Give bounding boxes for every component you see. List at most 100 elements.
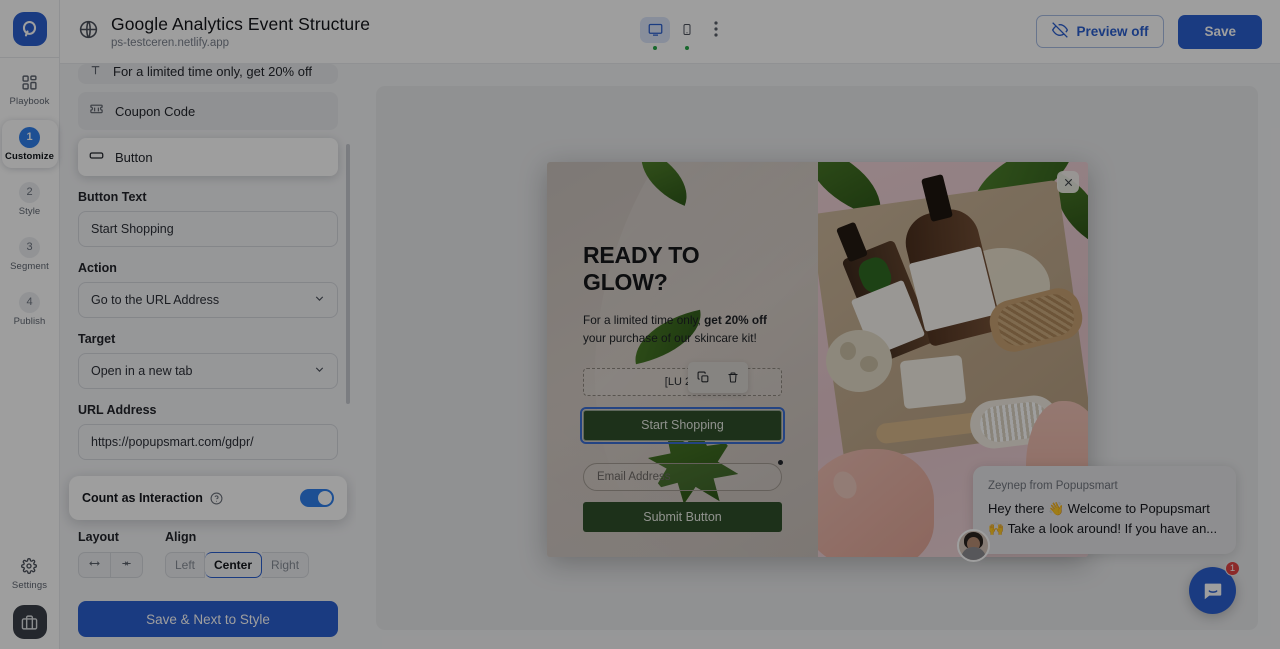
sidebar-item-label: Publish xyxy=(13,316,46,327)
grid-icon xyxy=(21,72,38,92)
chat-message-text: Hey there 👋 Welcome to Popupsmart 🙌 Take… xyxy=(988,500,1218,536)
align-right-button[interactable]: Right xyxy=(262,552,310,578)
target-select[interactable]: Open in a new tab xyxy=(78,353,338,389)
target-label: Target xyxy=(78,332,116,346)
popup-subtext: For a limited time only, get 20% off you… xyxy=(583,312,782,348)
soap-bar xyxy=(899,354,967,410)
eye-off-icon xyxy=(1052,22,1069,41)
sidebar-item-style[interactable]: 2 Style xyxy=(2,175,58,223)
subtext-before: For a limited time only, xyxy=(583,313,705,327)
popup-cta-button[interactable]: Start Shopping xyxy=(580,406,785,444)
loofah-slice xyxy=(826,330,892,392)
desktop-status-dot xyxy=(653,45,658,50)
settings-label: Settings xyxy=(11,580,48,591)
align-center-button[interactable]: Center xyxy=(205,552,263,578)
button-text-label: Button Text xyxy=(78,190,147,204)
layout-options xyxy=(78,552,143,578)
button-text-input[interactable]: Start Shopping xyxy=(78,211,338,247)
popupsmart-logo-icon[interactable] xyxy=(12,12,47,46)
panel-scroll-area: For a limited time only, get 20% off you… xyxy=(60,64,356,585)
ticket-icon xyxy=(89,102,104,120)
action-value: Go to the URL Address xyxy=(91,293,220,307)
popup-headline: READY TO GLOW? xyxy=(583,242,700,295)
count-as-interaction-label: Count as Interaction xyxy=(82,491,203,505)
target-value: Open in a new tab xyxy=(91,364,193,378)
site-url: ps-testceren.netlify.app xyxy=(111,37,230,49)
count-as-interaction-card: Count as Interaction xyxy=(69,476,347,520)
subtext-bold: get 20% off xyxy=(704,313,767,327)
layer-item-button[interactable]: Button xyxy=(78,138,338,176)
layout-group: Layout xyxy=(78,530,143,578)
popup-content: READY TO GLOW? For a limited time only, … xyxy=(580,242,785,532)
subtext-after: your purchase of our skincare kit! xyxy=(583,330,757,345)
step-number: 2 xyxy=(19,181,40,203)
sidebar-item-publish[interactable]: 4 Publish xyxy=(2,285,58,333)
page-title: Google Analytics Event Structure xyxy=(111,14,371,34)
project-title-block: Google Analytics Event Structure ps-test… xyxy=(111,14,370,49)
top-bar: Google Analytics Event Structure ps-test… xyxy=(60,0,1280,64)
mobile-icon xyxy=(672,17,702,43)
text-icon xyxy=(89,64,102,80)
step-number: 4 xyxy=(19,291,40,313)
delete-icon[interactable] xyxy=(727,371,739,384)
device-desktop-button[interactable] xyxy=(640,14,671,50)
layer-item-text[interactable]: For a limited time only, get 20% off you… xyxy=(78,64,338,84)
save-button[interactable]: Save xyxy=(1178,14,1262,49)
agent-avatar xyxy=(957,529,990,562)
briefcase-icon[interactable] xyxy=(12,605,47,639)
sidebar-item-settings[interactable]: Settings xyxy=(12,556,47,591)
action-select[interactable]: Go to the URL Address xyxy=(78,282,338,318)
url-address-label: URL Address xyxy=(78,403,157,417)
sidebar-item-customize[interactable]: 1 Customize xyxy=(1,120,58,168)
count-as-interaction-toggle[interactable] xyxy=(300,489,334,507)
preview-stage: READY TO GLOW? For a limited time only, … xyxy=(376,86,1258,630)
question-circle-icon[interactable] xyxy=(210,492,223,505)
preview-label: Preview off xyxy=(1076,24,1149,39)
device-mobile-button[interactable] xyxy=(672,14,702,50)
chevron-down-icon xyxy=(313,363,326,379)
sidebar-item-label: Customize xyxy=(5,151,54,162)
popup-submit-button[interactable]: Submit Button xyxy=(583,501,782,532)
app-root: Playbook 1 Customize 2 Style 3 Segment 4… xyxy=(0,0,1280,649)
layout-fit-content-button[interactable] xyxy=(111,552,143,578)
layout-align-row: Layout Align Left Center Right xyxy=(78,530,338,578)
rail-divider xyxy=(0,57,59,58)
kebab-menu-icon[interactable] xyxy=(704,14,728,44)
align-options: Left Center Right xyxy=(165,552,310,578)
panel-scrollbar[interactable] xyxy=(346,144,350,404)
hand-holding-tray xyxy=(818,449,934,557)
popup-content-column: READY TO GLOW? For a limited time only, … xyxy=(547,162,818,557)
duplicate-icon[interactable] xyxy=(697,371,710,384)
sidebar-item-playbook[interactable]: Playbook xyxy=(2,65,58,113)
step-number: 1 xyxy=(19,126,40,148)
popup-coupon-field[interactable]: [LU 20] xyxy=(583,361,782,396)
resize-handle[interactable] xyxy=(778,459,783,465)
sidebar-item-label: Playbook xyxy=(9,96,50,107)
layer-label: Button xyxy=(115,149,153,165)
primary-sidebar: Playbook 1 Customize 2 Style 3 Segment 4… xyxy=(0,0,60,649)
chat-message-bubble[interactable]: Zeynep from Popupsmart Hey there 👋 Welco… xyxy=(973,465,1236,554)
action-label: Action xyxy=(78,261,117,275)
button-icon xyxy=(89,148,104,166)
chat-sender: Zeynep from Popupsmart xyxy=(988,479,1118,492)
sidebar-item-segment[interactable]: 3 Segment xyxy=(2,230,58,278)
save-and-next-button[interactable]: Save & Next to Style xyxy=(78,601,338,637)
arrows-collapse-icon xyxy=(120,558,133,572)
layer-item-coupon-code[interactable]: Coupon Code xyxy=(78,92,338,130)
globe-icon xyxy=(78,19,99,45)
close-icon[interactable] xyxy=(1057,171,1079,193)
align-left-button[interactable]: Left xyxy=(165,552,206,578)
align-label: Align xyxy=(165,530,197,544)
top-bar-actions: Preview off Save xyxy=(1036,14,1262,49)
email-placeholder: Email Address xyxy=(597,470,671,483)
rail-bottom-group: Settings xyxy=(2,556,58,649)
layout-full-width-button[interactable] xyxy=(78,552,111,578)
desktop-icon xyxy=(640,16,671,43)
preview-toggle-button[interactable]: Preview off xyxy=(1036,15,1165,48)
chevron-down-icon xyxy=(313,292,326,308)
chat-unread-badge: 1 xyxy=(1225,561,1240,576)
url-address-input[interactable]: https://popupsmart.com/gdpr/ xyxy=(78,424,338,460)
step-number: 3 xyxy=(19,236,40,258)
popup-email-input[interactable]: Email Address xyxy=(583,459,783,491)
preview-canvas: READY TO GLOW? For a limited time only, … xyxy=(356,64,1280,649)
